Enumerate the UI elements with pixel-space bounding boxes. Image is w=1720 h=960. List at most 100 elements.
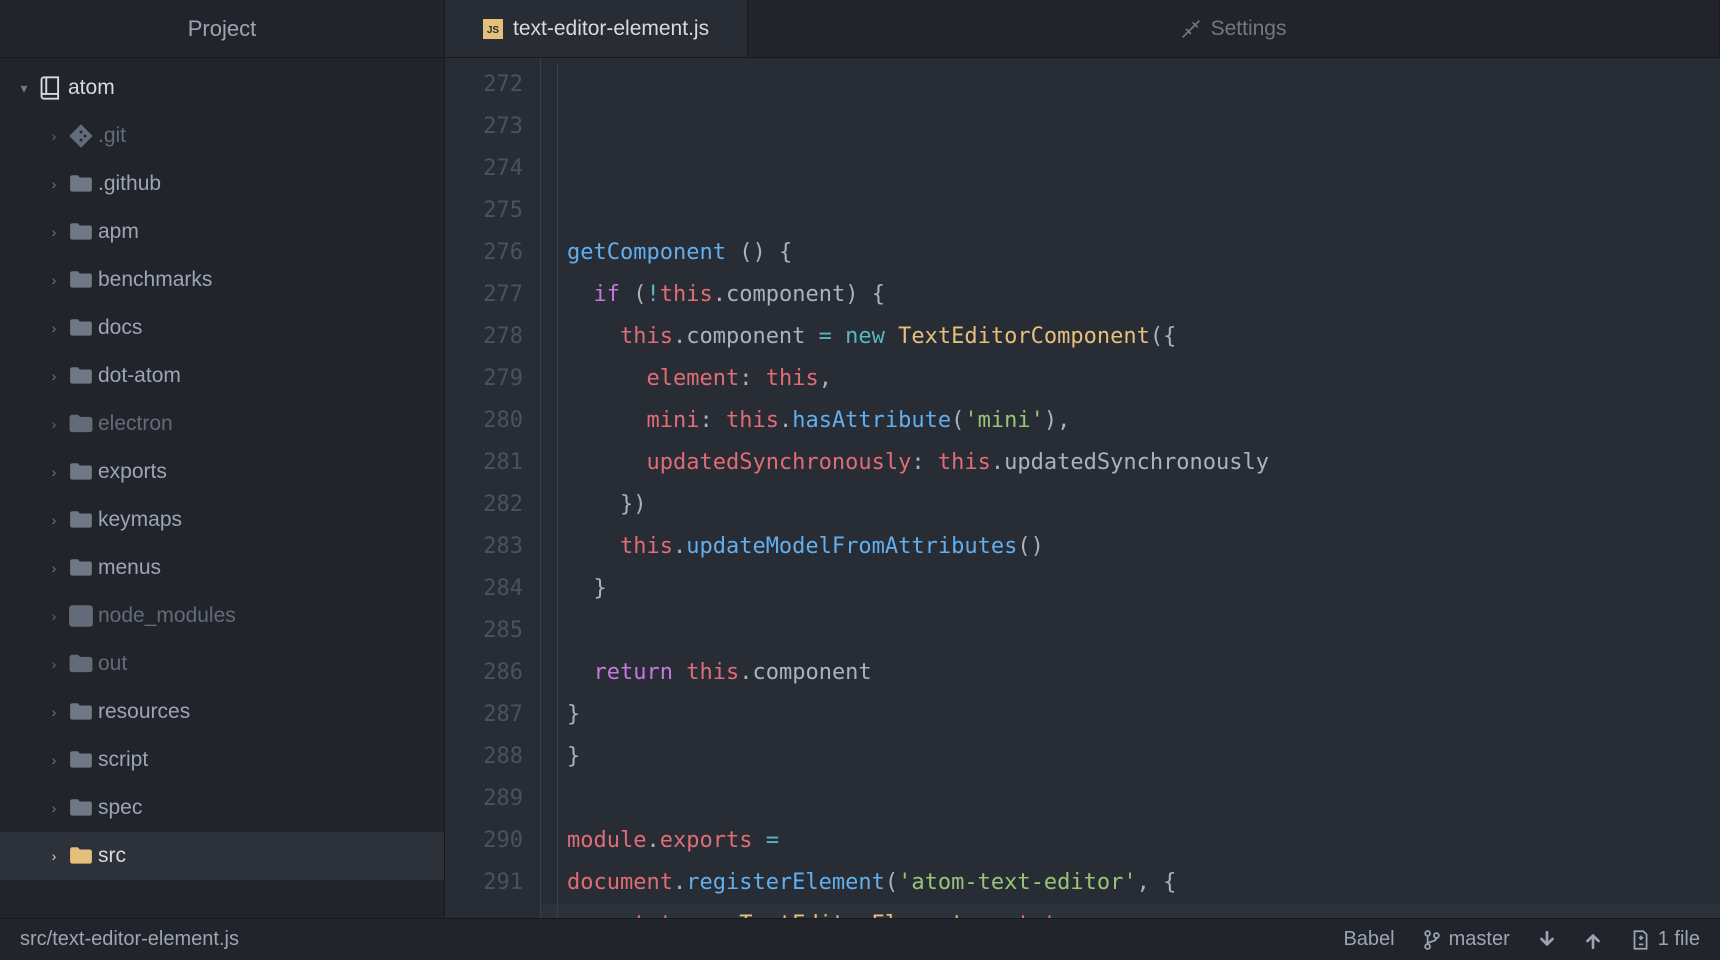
folder-icon: [64, 654, 98, 674]
git-pull-icon[interactable]: [1538, 930, 1556, 950]
status-files[interactable]: 1 file: [1630, 928, 1700, 951]
tree-item-spec[interactable]: ›spec: [0, 784, 444, 832]
code-area[interactable]: getComponent () { if (!this.component) {…: [541, 58, 1720, 918]
tree-item-apm[interactable]: › apm: [0, 208, 444, 256]
tree-item-label: resources: [98, 700, 190, 724]
text-editor[interactable]: 2722732742752762772782792802812822832842…: [445, 58, 1720, 918]
chevron-right-icon: ›: [44, 416, 64, 432]
tree-item-src[interactable]: ›src: [0, 832, 444, 880]
status-bar: src/text-editor-element.js Babel master: [0, 918, 1720, 960]
code-line[interactable]: updatedSynchronously: this.updatedSynchr…: [567, 442, 1720, 484]
tree-item-docs[interactable]: ›docs: [0, 304, 444, 352]
folder-icon: [64, 750, 98, 770]
tree-item-label: node_modules: [98, 604, 236, 628]
tree-item-label: electron: [98, 412, 173, 436]
chevron-right-icon: ›: [44, 560, 64, 576]
tree-item-label: .github: [98, 172, 161, 196]
tree-item-exports[interactable]: › exports: [0, 448, 444, 496]
code-line[interactable]: if (!this.component) {: [567, 274, 1720, 316]
status-files-label: 1 file: [1658, 928, 1700, 951]
tree-item-menus[interactable]: › menus: [0, 544, 444, 592]
chevron-right-icon: ›: [44, 800, 64, 816]
tree-item-node-modules[interactable]: ›node_modules: [0, 592, 444, 640]
line-number: 284: [445, 568, 523, 610]
chevron-right-icon: ›: [44, 320, 64, 336]
folder-icon: [64, 366, 98, 386]
code-line[interactable]: [567, 190, 1720, 232]
svg-text:JS: JS: [487, 25, 500, 36]
line-number: 275: [445, 190, 523, 232]
tree-item-label: src: [98, 844, 126, 868]
folder-icon: [64, 558, 98, 578]
folder-icon: [64, 222, 98, 242]
status-path[interactable]: src/text-editor-element.js: [20, 928, 239, 951]
line-number: 282: [445, 484, 523, 526]
chevron-right-icon: ›: [44, 224, 64, 240]
code-line[interactable]: [567, 778, 1720, 820]
chevron-right-icon: ›: [44, 464, 64, 480]
code-line[interactable]: return this.component: [567, 652, 1720, 694]
tree-item-benchmarks[interactable]: ›benchmarks: [0, 256, 444, 304]
git-push-icon[interactable]: [1584, 930, 1602, 950]
tab-label: text-editor-element.js: [513, 17, 709, 41]
folder-icon: [64, 270, 98, 290]
code-line[interactable]: this.component = new TextEditorComponent…: [567, 316, 1720, 358]
project-sidebar: Project ▾atom›.git›.github›apm›benchmark…: [0, 0, 445, 918]
folder-icon: [64, 510, 98, 530]
tree-item--github[interactable]: › .github: [0, 160, 444, 208]
tree-item-out[interactable]: ›out: [0, 640, 444, 688]
status-grammar[interactable]: Babel: [1343, 928, 1394, 951]
line-number: 286: [445, 652, 523, 694]
code-line[interactable]: }: [567, 694, 1720, 736]
tree-item-label: benchmarks: [98, 268, 212, 292]
code-line[interactable]: this.updateModelFromAttributes(): [567, 526, 1720, 568]
line-number: 291: [445, 862, 523, 904]
tree-item-label: exports: [98, 460, 167, 484]
tab-text-editor-element-js[interactable]: JS text-editor-element.js: [445, 0, 748, 57]
code-line[interactable]: }: [567, 568, 1720, 610]
chevron-right-icon: ›: [44, 176, 64, 192]
tree-item-script[interactable]: ›script: [0, 736, 444, 784]
line-number: 281: [445, 442, 523, 484]
js-icon: JS: [483, 19, 503, 39]
git-icon: [64, 124, 98, 148]
line-number: 278: [445, 316, 523, 358]
code-line[interactable]: }: [567, 736, 1720, 778]
editor-pane: JS text-editor-element.js Settings 2722732…: [445, 0, 1720, 918]
file-tree[interactable]: ▾atom›.git›.github›apm›benchmarks›docs›d…: [0, 58, 444, 918]
tree-item--git[interactable]: ›.git: [0, 112, 444, 160]
code-line[interactable]: [567, 610, 1720, 652]
code-line[interactable]: module.exports =: [567, 820, 1720, 862]
line-number: 279: [445, 358, 523, 400]
line-number: 288: [445, 736, 523, 778]
settings-icon: [1181, 19, 1201, 39]
tree-item-label: keymaps: [98, 508, 182, 532]
line-number: 274: [445, 148, 523, 190]
tree-item-electron[interactable]: › electron: [0, 400, 444, 448]
folder-icon: [64, 798, 98, 818]
tab-settings[interactable]: Settings: [748, 0, 1720, 57]
tree-item-label: apm: [98, 220, 139, 244]
status-branch-label: master: [1449, 928, 1510, 951]
tree-item-keymaps[interactable]: › keymaps: [0, 496, 444, 544]
folder-icon: [64, 462, 98, 482]
chevron-right-icon: ›: [44, 656, 64, 672]
tree-root[interactable]: ▾atom: [0, 64, 444, 112]
chevron-right-icon: ›: [44, 704, 64, 720]
code-line[interactable]: getComponent () {: [567, 232, 1720, 274]
submodule-icon: [64, 605, 98, 627]
status-branch[interactable]: master: [1423, 928, 1510, 951]
tree-item-label: .git: [98, 124, 126, 148]
line-number: 276: [445, 232, 523, 274]
code-line[interactable]: mini: this.hasAttribute('mini'),: [567, 400, 1720, 442]
code-line[interactable]: document.registerElement('atom-text-edit…: [567, 862, 1720, 904]
folder-icon: [64, 174, 98, 194]
code-line[interactable]: element: this,: [567, 358, 1720, 400]
line-number: 272: [445, 64, 523, 106]
code-line[interactable]: }): [567, 484, 1720, 526]
tree-item-resources[interactable]: › resources: [0, 688, 444, 736]
tree-item-dot-atom[interactable]: ›dot-atom: [0, 352, 444, 400]
tree-item-label: menus: [98, 556, 161, 580]
chevron-right-icon: ›: [44, 512, 64, 528]
code-line[interactable]: prototype: TextEditorElement.prototype: [541, 904, 1720, 918]
